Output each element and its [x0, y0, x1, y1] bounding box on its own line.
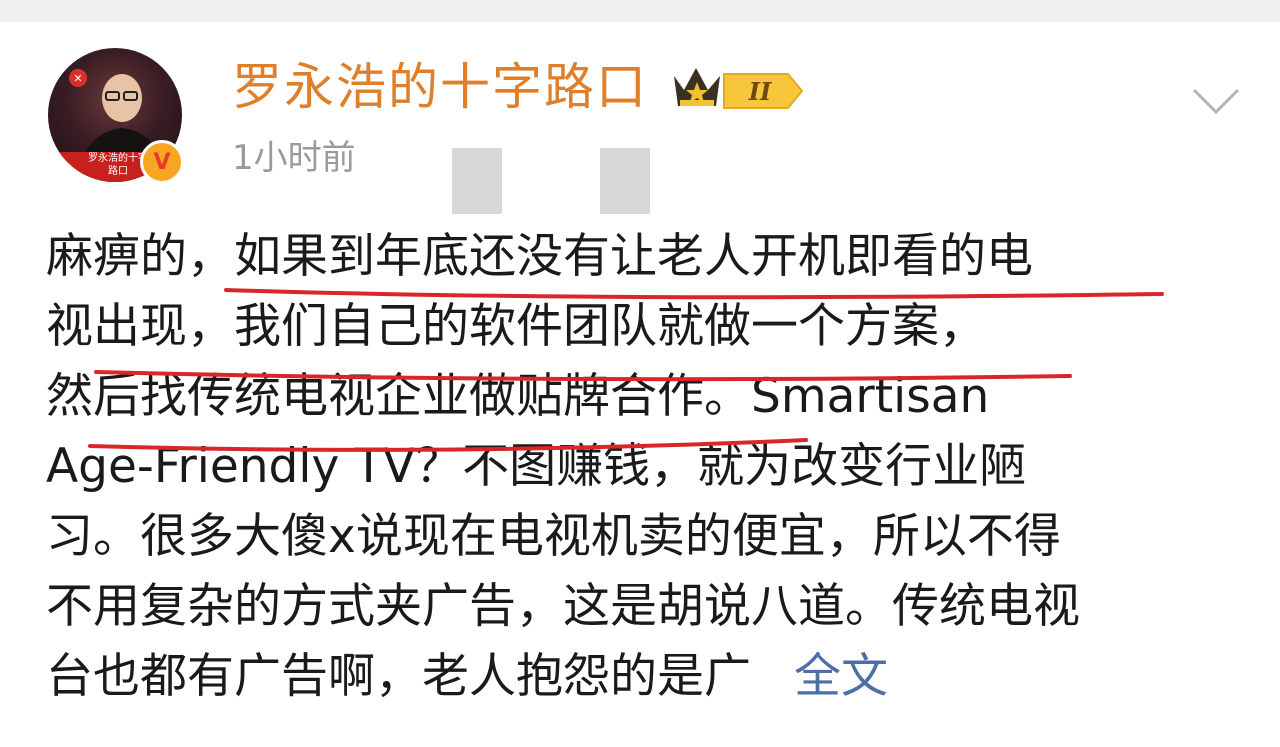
post-line: 习。很多大傻x说现在电视机卖的便宜，所以不得	[46, 509, 1061, 564]
redacted-block	[600, 148, 650, 214]
post-line: 然后找传统电视企业做贴牌合作。Smartisan	[46, 369, 990, 424]
post-line-last: 台也都有广告啊，老人抱怨的是广 全文	[46, 642, 1236, 712]
top-status-strip	[0, 0, 1280, 22]
crown-level-badge-icon: II	[674, 68, 804, 109]
chevron-down-icon[interactable]	[1190, 82, 1242, 118]
username[interactable]: 罗永浩的十字路口	[232, 52, 648, 122]
avatar-caption: 罗永浩的十字路口	[88, 153, 148, 177]
post-line: 视出现，我们自己的软件团队就做一个方案，	[46, 299, 986, 354]
level-badge-text: II	[748, 77, 772, 106]
redacted-block	[452, 148, 502, 214]
post-line: Age-Friendly TV？不图赚钱，就为改变行业陋	[46, 439, 1027, 494]
post-line: 台也都有广告啊，老人抱怨的是广	[46, 649, 751, 704]
expand-full-text-link[interactable]: 全文	[794, 649, 888, 704]
post-timestamp: 1小时前	[232, 138, 356, 178]
verified-v-icon: V	[140, 140, 184, 184]
post-body: 麻痹的，如果到年底还没有让老人开机即看的电 视出现，我们自己的软件团队就做一个方…	[46, 222, 1236, 712]
post-line: 麻痹的，如果到年底还没有让老人开机即看的电	[46, 229, 1033, 284]
svg-text:✕: ✕	[73, 72, 82, 85]
post-line: 不用复杂的方式夹广告，这是胡说八道。传统电视	[46, 579, 1080, 634]
